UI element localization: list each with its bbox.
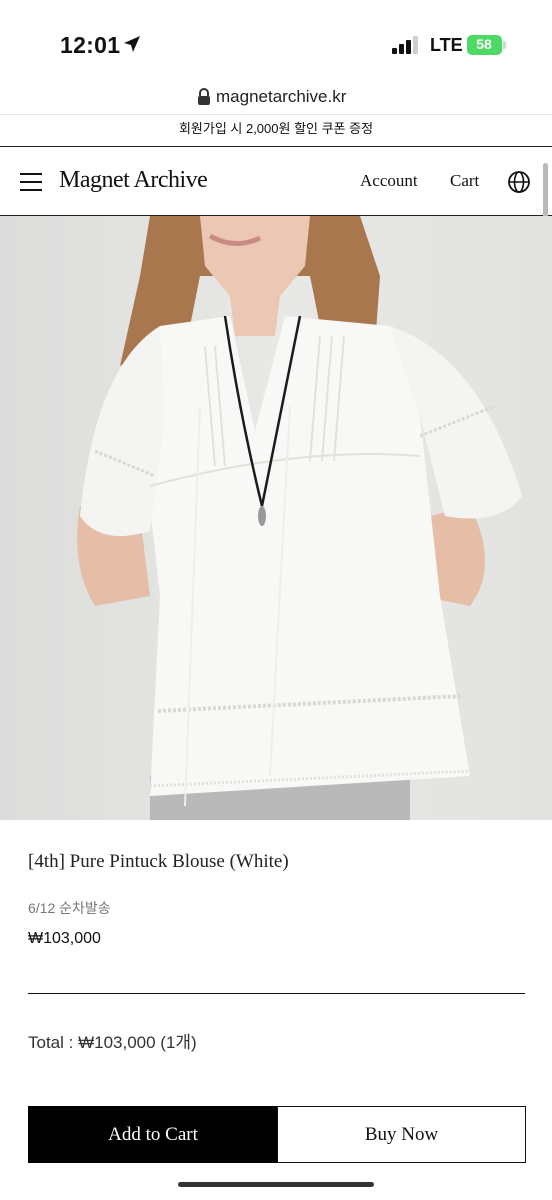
home-indicator[interactable]	[178, 1182, 374, 1187]
buy-now-button[interactable]: Buy Now	[277, 1106, 526, 1163]
shipping-note: 6/12 순차발송	[28, 900, 111, 916]
product-image[interactable]	[0, 216, 552, 820]
site-header: Magnet Archive Account Cart	[0, 146, 552, 251]
nav-cart-link[interactable]: Cart	[450, 171, 479, 191]
hamburger-menu-icon[interactable]	[20, 171, 42, 191]
signal-bars-icon	[392, 36, 418, 54]
battery-level: 58	[476, 36, 492, 52]
url-text[interactable]: magnetarchive.kr	[216, 87, 346, 107]
product-photo	[0, 216, 552, 820]
product-price: ₩103,000	[28, 930, 101, 947]
location-arrow-icon	[124, 36, 140, 52]
lock-icon	[198, 88, 210, 105]
nav-account-link[interactable]: Account	[360, 171, 418, 191]
battery-cap	[503, 41, 506, 49]
globe-icon[interactable]	[507, 170, 531, 194]
promo-banner[interactable]: 회원가입 시 2,000원 할인 쿠폰 증정	[0, 114, 552, 146]
browser-url-bar[interactable]: magnetarchive.kr	[0, 84, 552, 114]
battery-icon: 58	[467, 35, 506, 55]
site-logo[interactable]: Magnet Archive	[59, 167, 208, 194]
status-bar: 12:01 LTE 58	[0, 0, 552, 84]
status-time: 12:01	[60, 32, 121, 58]
network-type: LTE	[430, 35, 463, 55]
product-title: [4th] Pure Pintuck Blouse (White)	[28, 851, 289, 872]
divider	[28, 993, 525, 994]
add-to-cart-button[interactable]: Add to Cart	[28, 1106, 278, 1163]
order-total: Total : ₩103,000 (1개)	[28, 1033, 197, 1052]
